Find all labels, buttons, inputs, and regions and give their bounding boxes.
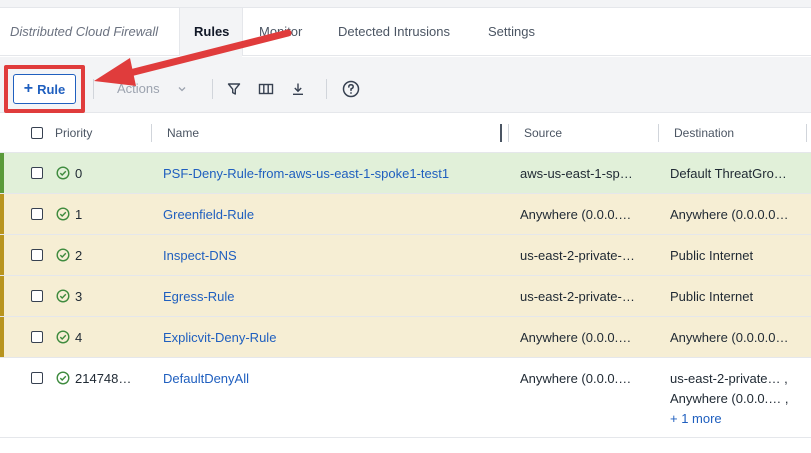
row-priority: 3 <box>75 289 83 304</box>
select-all-checkbox[interactable] <box>31 127 43 139</box>
tab-detected-intrusions-label: Detected Intrusions <box>338 24 451 39</box>
check-circle-icon <box>56 330 70 344</box>
rule-name-link[interactable]: Inspect-DNS <box>163 248 503 263</box>
tab-detected-intrusions[interactable]: Detected Intrusions <box>338 8 450 56</box>
row-checkbox[interactable] <box>31 290 43 302</box>
row-destination-secondary: Anywhere (0.0.0.… , <box>670 391 789 406</box>
row-priority: 1 <box>75 207 83 222</box>
app-title: Distributed Cloud Firewall <box>10 24 159 39</box>
tab-rules[interactable]: Rules <box>179 8 243 57</box>
row-status-stripe <box>0 276 4 316</box>
tab-settings[interactable]: Settings <box>488 8 535 56</box>
row-checkbox[interactable] <box>31 208 43 220</box>
column-divider[interactable] <box>806 124 807 142</box>
toolbar-divider <box>326 79 327 99</box>
row-destination: us-east-2-private… , <box>670 371 788 386</box>
row-source: us-east-2-private-… <box>520 289 635 304</box>
table-row[interactable]: 214748… DefaultDenyAll Anywhere (0.0.0.0… u… <box>0 358 811 438</box>
row-source: Anywhere (0.0.0.0… <box>520 207 638 222</box>
add-rule-button[interactable]: + Rule <box>13 74 76 104</box>
check-circle-icon <box>56 371 70 385</box>
toolbar-divider <box>212 79 213 99</box>
table-row[interactable]: 0 PSF-Deny-Rule-from-aws-us-east-1-spoke1… <box>0 153 811 194</box>
column-header-destination[interactable]: Destination <box>674 126 734 140</box>
tab-monitor[interactable]: Monitor <box>259 8 302 56</box>
filter-icon[interactable] <box>223 78 245 100</box>
row-checkbox[interactable] <box>31 167 43 179</box>
table-row[interactable]: 4 Explicvit-Deny-Rule Anywhere (0.0.0.0… An… <box>0 317 811 358</box>
column-header-priority[interactable]: Priority <box>55 126 92 140</box>
help-icon[interactable] <box>340 78 362 100</box>
row-source: Anywhere (0.0.0.0… <box>520 330 638 345</box>
columns-icon[interactable] <box>255 78 277 100</box>
tab-bar: Distributed Cloud Firewall Rules Monitor… <box>0 8 811 57</box>
actions-label: Actions <box>117 81 160 96</box>
tab-rules-label: Rules <box>194 24 230 39</box>
check-circle-icon <box>56 289 70 303</box>
top-strip <box>0 0 811 8</box>
row-source: Anywhere (0.0.0.0… <box>520 371 638 386</box>
toolbar-divider <box>93 79 94 99</box>
column-divider[interactable] <box>508 124 509 142</box>
row-status-stripe <box>0 194 4 234</box>
row-status-stripe <box>0 235 4 275</box>
check-circle-icon <box>56 207 70 221</box>
tab-monitor-label: Monitor <box>259 24 303 39</box>
table-row[interactable]: 1 Greenfield-Rule Anywhere (0.0.0.0… Anywhe… <box>0 194 811 235</box>
rule-name-link[interactable]: Egress-Rule <box>163 289 503 304</box>
column-header-source[interactable]: Source <box>524 126 562 140</box>
rule-name-link[interactable]: Explicvit-Deny-Rule <box>163 330 503 345</box>
rule-name-link[interactable]: PSF-Deny-Rule-from-aws-us-east-1-spoke1-… <box>163 166 503 181</box>
row-status-stripe <box>0 317 4 357</box>
tab-settings-label: Settings <box>488 24 535 39</box>
row-destination: Public Internet <box>670 248 754 263</box>
column-resize-handle[interactable] <box>500 124 502 142</box>
row-source: us-east-2-private-… <box>520 248 635 263</box>
row-checkbox[interactable] <box>31 372 43 384</box>
check-circle-icon <box>56 248 70 262</box>
column-divider[interactable] <box>151 124 152 142</box>
actions-dropdown[interactable]: Actions <box>117 81 186 96</box>
row-checkbox[interactable] <box>31 249 43 261</box>
add-rule-label: Rule <box>37 81 66 97</box>
toolbar: + Rule Actions <box>0 57 811 113</box>
row-priority: 4 <box>75 330 83 345</box>
table-row[interactable]: 3 Egress-Rule us-east-2-private-… Public In… <box>0 276 811 317</box>
row-destination: Anywhere (0.0.0.0… <box>670 207 789 222</box>
row-priority: 2 <box>75 248 83 263</box>
row-checkbox[interactable] <box>31 331 43 343</box>
row-destination: Public Internet <box>670 289 754 304</box>
rules-table: Priority Name Source Destination 0 PSF-De… <box>0 113 811 438</box>
download-icon[interactable] <box>287 78 309 100</box>
row-destination: Anywhere (0.0.0.0… <box>670 330 789 345</box>
table-header: Priority Name Source Destination <box>0 113 811 153</box>
rule-name-link[interactable]: DefaultDenyAll <box>163 371 503 386</box>
column-divider[interactable] <box>658 124 659 142</box>
show-more-link[interactable]: + 1 more <box>670 411 722 426</box>
row-source: aws-us-east-1-sp… <box>520 166 633 181</box>
rule-name-link[interactable]: Greenfield-Rule <box>163 207 503 222</box>
column-header-name[interactable]: Name <box>167 126 199 140</box>
check-circle-icon <box>56 166 70 180</box>
plus-icon: + <box>23 80 34 97</box>
row-destination: Default ThreatGro… <box>670 166 787 181</box>
row-priority: 0 <box>75 166 83 181</box>
row-status-stripe <box>0 153 4 193</box>
table-row[interactable]: 2 Inspect-DNS us-east-2-private-… Public In… <box>0 235 811 276</box>
row-priority: 214748… <box>75 371 132 386</box>
chevron-down-icon <box>178 86 186 91</box>
